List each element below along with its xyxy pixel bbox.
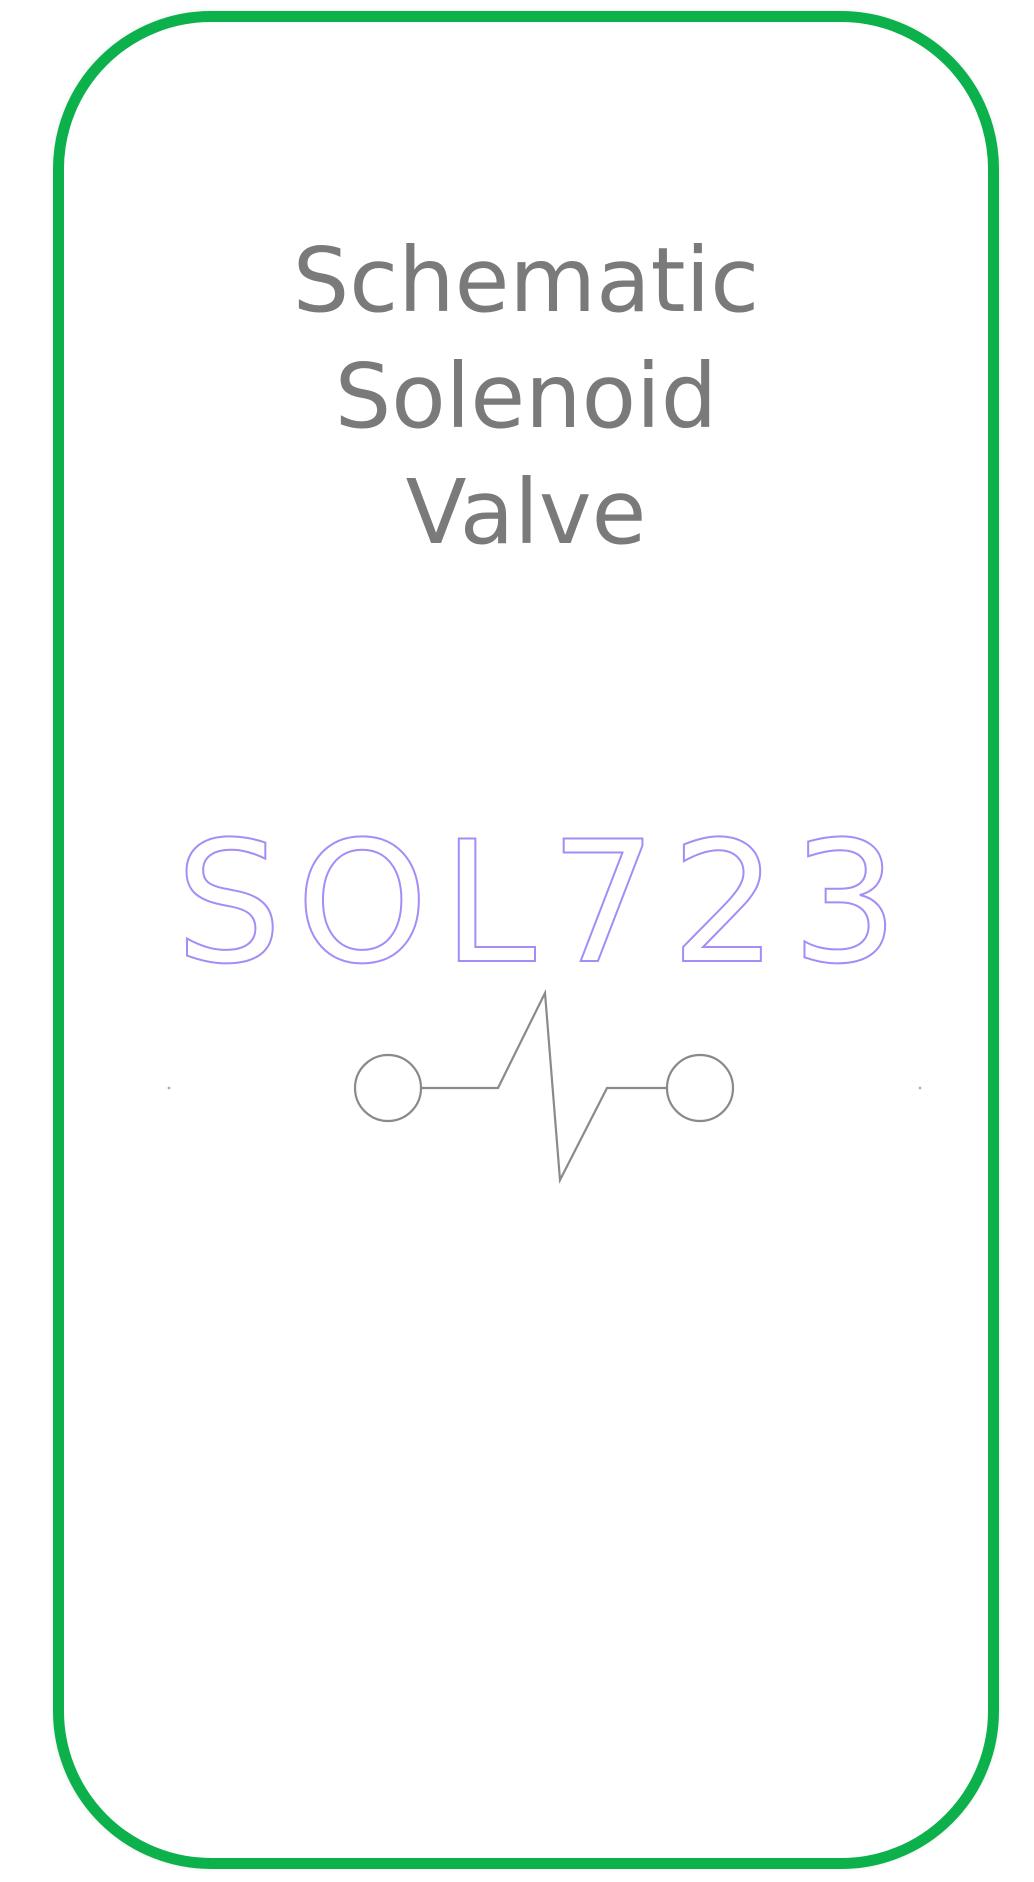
right-terminal (665, 1053, 735, 1123)
left-terminal (353, 1053, 423, 1123)
tag-label: SOL723 (175, 805, 912, 1001)
solenoid-valve-icon (353, 988, 735, 1184)
solenoid-valve-symbol: SOL723 (167, 804, 922, 1184)
left-connection-point (167, 1086, 171, 1090)
coil-wire (421, 988, 667, 1184)
right-connection-point (918, 1086, 922, 1090)
